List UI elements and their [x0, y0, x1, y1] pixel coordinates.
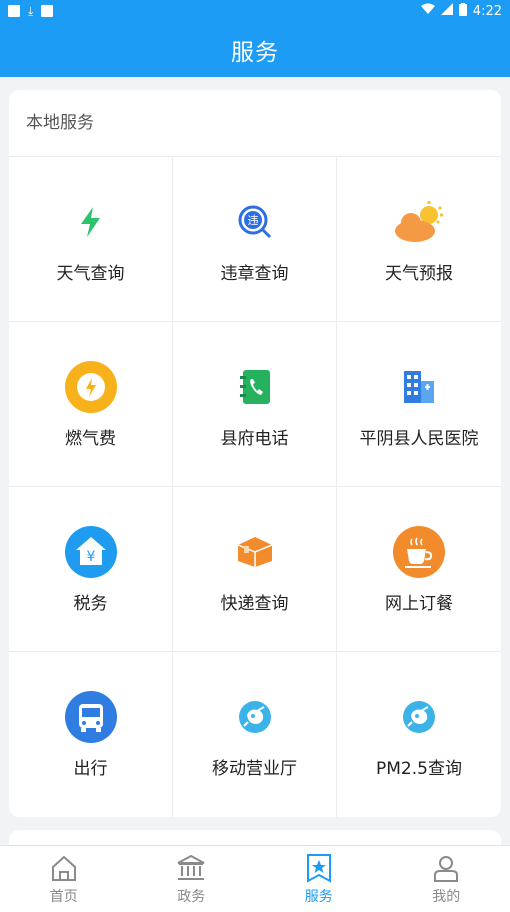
- service-gas-fee[interactable]: 燃气费: [9, 322, 173, 487]
- tab-label: 首页: [49, 889, 78, 905]
- service-violation-query[interactable]: 违 违章查询: [173, 157, 337, 322]
- mobile-hall-icon: [228, 690, 282, 744]
- violation-search-icon: 违: [228, 195, 282, 249]
- status-bar: ⤓ 4:22: [0, 0, 510, 22]
- service-online-ordering[interactable]: 网上订餐: [337, 487, 501, 652]
- phone-book-icon: [228, 360, 282, 414]
- battery-icon: [458, 2, 467, 20]
- tax-house-icon: ¥: [64, 525, 118, 579]
- service-label: 网上订餐: [385, 593, 453, 614]
- service-label: 移动营业厅: [212, 759, 297, 779]
- notification-a-icon: [41, 5, 54, 17]
- bottom-tab-bar: 首页 政务 服务 我的: [0, 845, 510, 912]
- lightning-icon: [64, 195, 118, 249]
- service-county-phone[interactable]: 县府电话: [173, 322, 337, 487]
- package-box-icon: [228, 525, 282, 579]
- service-label: 天气查询: [56, 263, 125, 284]
- service-county-hospital[interactable]: 平阴县人民医院: [337, 322, 501, 487]
- download-icon: ⤓: [28, 4, 34, 18]
- service-weather-forecast[interactable]: 天气预报: [337, 157, 501, 322]
- service-mobile-hall[interactable]: 移动营业厅: [173, 652, 337, 817]
- service-label: PM2.5查询: [376, 759, 462, 779]
- pm25-icon: [392, 690, 446, 744]
- signal-icon: [440, 3, 453, 19]
- service-tax[interactable]: ¥ 税务: [9, 487, 173, 652]
- user-icon: [432, 852, 460, 884]
- wifi-icon: [420, 3, 435, 19]
- service-label: 县府电话: [220, 428, 289, 449]
- service-express-query[interactable]: 快递查询: [173, 487, 337, 652]
- section-title: 本地服务: [9, 90, 501, 157]
- tab-mine[interactable]: 我的: [383, 846, 510, 912]
- status-time: 4:22: [472, 3, 502, 19]
- svg-text:违: 违: [247, 214, 258, 227]
- notification-square-icon: [8, 5, 20, 17]
- service-star-icon: [305, 852, 333, 884]
- service-label: 违章查询: [220, 263, 289, 284]
- sun-cloud-icon: [392, 195, 446, 249]
- tab-label: 我的: [432, 889, 461, 905]
- service-weather-query[interactable]: 天气查询: [9, 157, 173, 322]
- bus-icon: [64, 690, 118, 744]
- service-label: 出行: [73, 759, 108, 779]
- services-grid: 天气查询 违 违章查询 天气预报 燃气费 县府电话 平阴县人民医院 ¥ 税务 快…: [9, 157, 501, 817]
- home-icon: [50, 852, 78, 884]
- hospital-building-icon: [392, 360, 446, 414]
- status-indicators: 4:22: [420, 2, 502, 20]
- svg-text:¥: ¥: [86, 549, 95, 565]
- service-travel[interactable]: 出行: [9, 652, 173, 817]
- local-services-card: 本地服务 天气查询 违 违章查询 天气预报 燃气费 县府电话 平阴县人民医院 ¥…: [9, 90, 501, 817]
- government-icon: [176, 852, 206, 884]
- tab-government[interactable]: 政务: [128, 846, 256, 912]
- coffee-cup-icon: [392, 525, 446, 579]
- service-label: 快递查询: [220, 593, 289, 614]
- service-label: 税务: [73, 593, 108, 614]
- tab-home[interactable]: 首页: [0, 846, 128, 912]
- tab-label: 政务: [177, 889, 206, 905]
- page-title: 服务: [231, 39, 279, 66]
- notification-icons: ⤓: [8, 4, 54, 18]
- gas-fee-icon: [64, 360, 118, 414]
- tab-label: 服务: [304, 889, 333, 905]
- service-label: 平阴县人民医院: [359, 428, 479, 449]
- service-label: 燃气费: [65, 428, 116, 449]
- service-label: 天气预报: [385, 263, 453, 284]
- tab-service[interactable]: 服务: [255, 846, 383, 912]
- service-pm25-query[interactable]: PM2.5查询: [337, 652, 501, 817]
- page-header: 服务: [0, 22, 510, 77]
